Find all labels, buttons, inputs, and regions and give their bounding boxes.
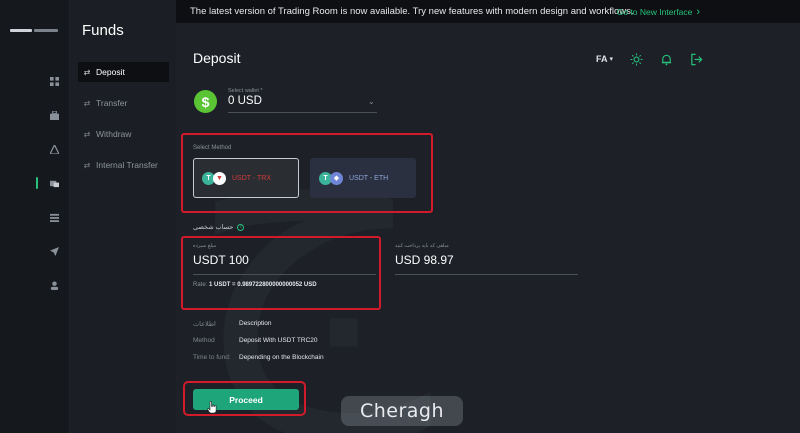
detail-key: Time to fund: — [193, 354, 231, 361]
info-icon[interactable]: i — [237, 223, 245, 231]
funds-sidebar: Funds ⇄ Deposit ⇄ Transfer ⇄ Withdraw ⇄ … — [70, 0, 176, 433]
hand-cursor-icon — [207, 401, 217, 413]
rail-active-indicator — [36, 177, 38, 189]
transfer-arrows-icon: ⇄ — [83, 129, 91, 139]
transfer-arrows-icon: ⇄ — [83, 160, 91, 170]
transfer-arrows-icon: ⇄ — [83, 98, 91, 108]
language-label: FA — [596, 54, 608, 64]
sidebar-item-transfer[interactable]: ⇄ Transfer — [78, 93, 169, 113]
chevron-down-icon: ▾ — [609, 56, 614, 63]
sun-icon[interactable] — [629, 52, 643, 66]
new-interface-link-label: Go to New Interface — [616, 6, 693, 17]
sidebar-item-label: Transfer — [96, 98, 128, 108]
payable-label: مبلغی که باید پرداخت کنید — [395, 243, 449, 249]
sidebar-item-internal-transfer[interactable]: ⇄ Internal Transfer — [78, 155, 169, 175]
dollar-coin-icon: $ — [194, 90, 217, 113]
transfer-arrows-icon: ⇄ — [83, 67, 91, 77]
sidebar-title: Funds — [82, 22, 124, 39]
amount-underline — [193, 274, 376, 275]
account-label-text: حساب شخصی — [193, 224, 234, 231]
page-title: Deposit — [193, 50, 241, 66]
method-option-label: USDT - ETH — [349, 174, 389, 182]
method-option-usdt-eth[interactable]: T ◆ USDT - ETH — [310, 158, 416, 198]
update-banner: The latest version of Trading Room is no… — [176, 0, 800, 23]
new-interface-link[interactable]: Go to New Interface › — [617, 6, 700, 18]
rate-value: 1 USDT = 0.989722800000000052 USD — [209, 282, 317, 288]
detail-value: Description — [239, 320, 272, 327]
funds-icon[interactable] — [47, 176, 61, 190]
ethereum-icon: ◆ — [330, 171, 343, 185]
sidebar-item-label: Deposit — [96, 67, 125, 77]
dashboard-icon[interactable] — [47, 74, 61, 88]
rocket-icon[interactable] — [47, 244, 61, 258]
banner-message: The latest version of Trading Room is no… — [190, 6, 634, 17]
triangle-icon[interactable] — [47, 142, 61, 156]
method-option-label: USDT - TRX — [232, 174, 272, 182]
background-watermark: ج — [186, 0, 432, 433]
app-logo — [10, 27, 60, 35]
user-icon[interactable] — [47, 278, 61, 292]
briefcase-icon[interactable] — [47, 108, 61, 122]
method-label: Select Method — [193, 145, 232, 151]
rate-prefix: Rate: — [193, 282, 210, 288]
method-option-usdt-trx[interactable]: T ▼ USDT - TRX — [193, 158, 299, 198]
amount-label: مبلغ سپرده — [193, 243, 217, 249]
chevron-down-icon: ⌄ — [368, 97, 375, 106]
sidebar-item-withdraw[interactable]: ⇄ Withdraw — [78, 124, 169, 144]
detail-key: Method — [193, 337, 215, 344]
language-selector[interactable]: FA ▾ — [596, 54, 613, 64]
exchange-rate: Rate: 1 USDT = 0.989722800000000052 USD — [193, 282, 317, 288]
watermark-logo: Cheragh — [341, 396, 463, 426]
tron-icon: ▼ — [213, 171, 226, 185]
account-label: حساب شخصی i — [193, 223, 245, 231]
main-panel: ج The latest version of Trading Room is … — [176, 0, 800, 433]
list-icon[interactable] — [47, 210, 61, 224]
logout-icon[interactable] — [689, 52, 703, 66]
bell-icon[interactable] — [659, 52, 673, 66]
wallet-label: Select wallet * — [228, 88, 263, 94]
sidebar-item-label: Withdraw — [96, 129, 132, 139]
icon-rail — [0, 0, 70, 433]
sidebar-item-label: Internal Transfer — [96, 160, 158, 170]
detail-key: اطلاعات — [193, 321, 216, 328]
detail-value: Depending on the Blockchain — [239, 354, 324, 361]
detail-value: Deposit With USDT TRC20 — [239, 337, 318, 344]
payable-underline — [395, 274, 578, 275]
wallet-value: 0 USD — [228, 95, 262, 107]
header-tools: FA ▾ — [596, 52, 703, 66]
sidebar-item-deposit[interactable]: ⇄ Deposit — [78, 62, 169, 82]
amount-input[interactable]: USDT 100 — [193, 253, 249, 267]
payable-value: USD 98.97 — [395, 253, 454, 267]
chevron-right-icon: › — [696, 5, 700, 18]
wallet-underline — [228, 112, 377, 113]
